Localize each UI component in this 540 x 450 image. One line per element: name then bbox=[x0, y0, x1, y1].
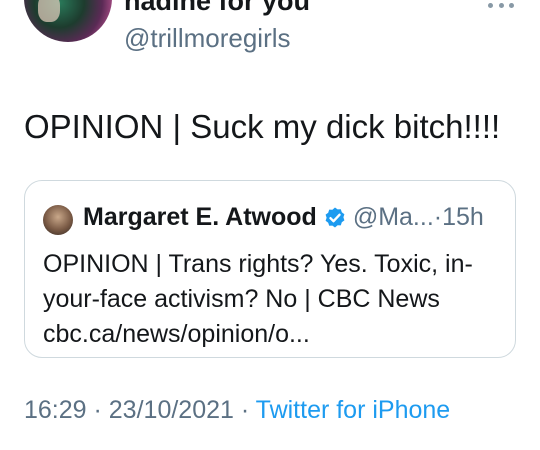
quoted-tweet-line: your-face activism? No | CBC News bbox=[43, 285, 440, 313]
quoted-tweet-line: OPINION | Trans rights? Yes. Toxic, in- bbox=[43, 250, 473, 278]
tweet-metadata: 16:29 · 23/10/2021 · Twitter for iPhone bbox=[24, 396, 450, 425]
more-options-icon[interactable] bbox=[488, 0, 514, 10]
verified-badge-icon bbox=[325, 207, 345, 227]
quoted-author-name: Margaret E. Atwood bbox=[83, 203, 317, 231]
quoted-author-handle: @Ma... bbox=[352, 203, 434, 231]
tweet-date[interactable]: 23/10/2021 bbox=[109, 396, 234, 424]
quoted-author-avatar bbox=[43, 205, 73, 235]
quoted-tweet-body: OPINION | Trans rights? Yes. Toxic, in- … bbox=[43, 247, 503, 352]
quoted-tweet-card[interactable]: Margaret E. Atwood @Ma... · 15h OPINION … bbox=[24, 180, 516, 358]
quoted-tweet-header: Margaret E. Atwood @Ma... · 15h bbox=[83, 203, 484, 232]
meta-separator: · bbox=[233, 396, 256, 424]
author-display-name[interactable]: nadine for you bbox=[124, 0, 310, 17]
tweet-source-link[interactable]: Twitter for iPhone bbox=[256, 396, 451, 424]
quoted-tweet-time: 15h bbox=[442, 203, 484, 231]
tweet-text: OPINION | Suck my dick bitch!!!! bbox=[24, 108, 501, 145]
tweet-time[interactable]: 16:29 bbox=[24, 396, 87, 424]
author-avatar[interactable] bbox=[24, 0, 112, 42]
meta-separator: · bbox=[86, 396, 109, 424]
author-handle[interactable]: @trillmoregirls bbox=[124, 23, 291, 54]
quoted-tweet-link: cbc.ca/news/opinion/o... bbox=[43, 320, 310, 348]
separator-dot: · bbox=[433, 203, 443, 231]
